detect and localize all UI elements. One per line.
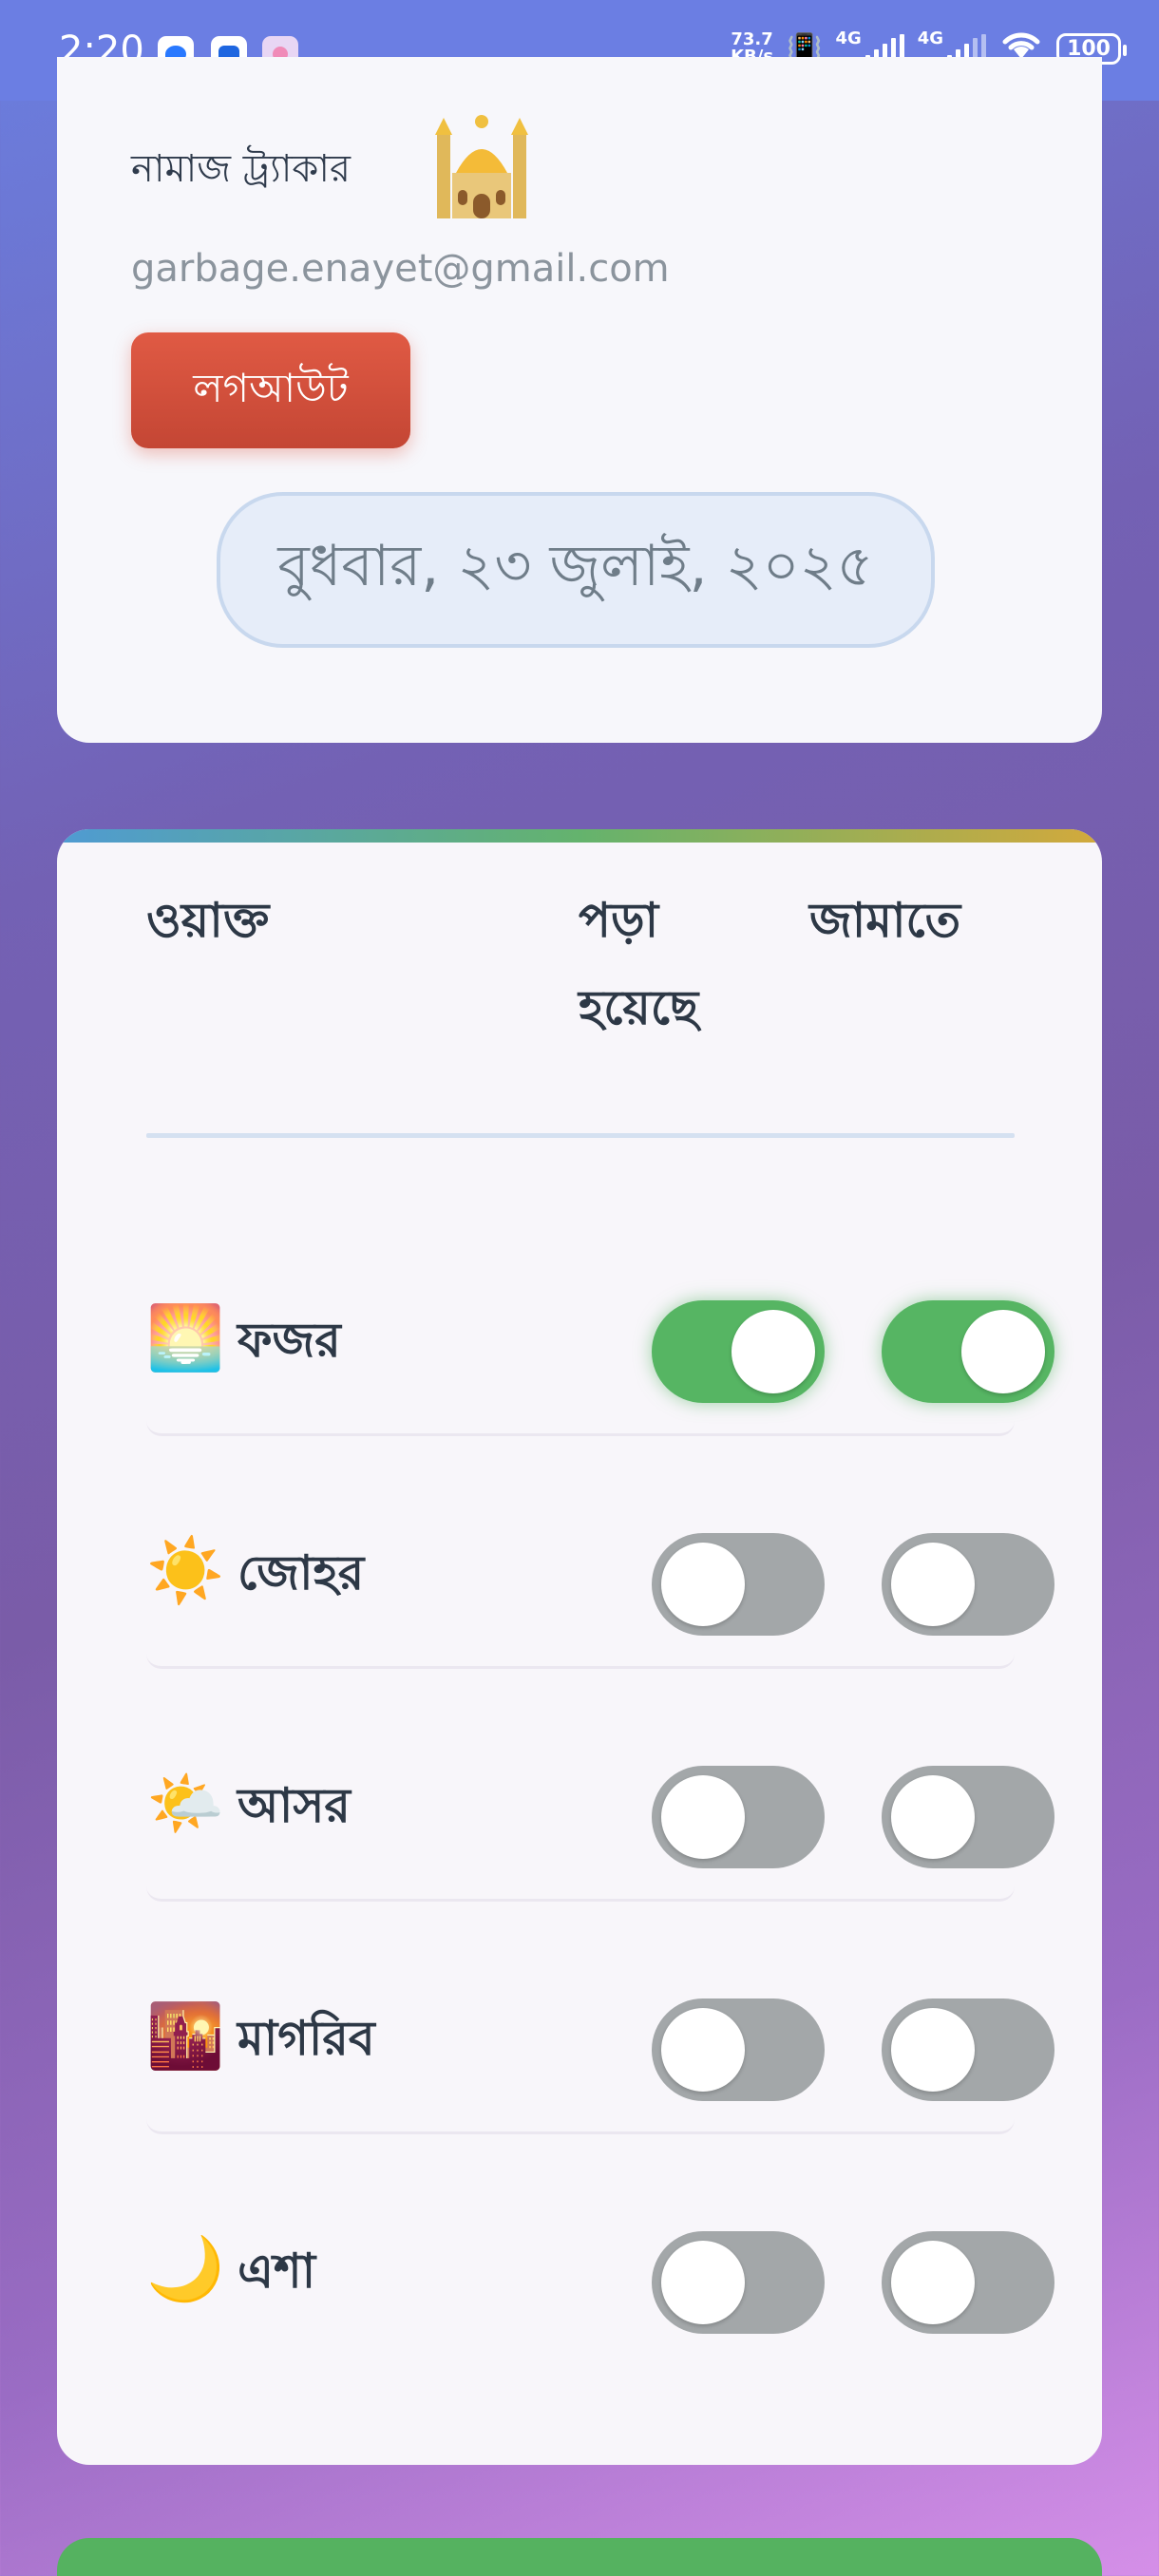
prayer-row-fajr: 🌅 ফজর [146,1243,1054,1436]
column-header-jamaat: জামাতে [809,893,961,948]
prayed-toggle-fajr[interactable] [652,1300,825,1403]
logout-button[interactable]: লগআউট [131,332,410,448]
column-header-prayed-line2: হয়েছে [579,980,699,1035]
prayer-name: জোহর [238,1545,365,1601]
crescent-moon-icon: 🌙 [146,2232,225,2305]
network-type-2: 4G [917,28,944,48]
app-title: নামাজ ট্র্যাকার [131,147,351,191]
prayer-name: আসর [238,1778,351,1833]
prayed-toggle-zuhr[interactable] [652,1533,825,1636]
column-header-prayed-line1: পড়া [579,893,659,948]
sunrise-icon: 🌅 [146,1301,225,1374]
sun-icon: ☀️ [146,1534,225,1607]
prayer-tracker-card: ওয়াক্ত পড়া হয়েছে জামাতে 🌅 ফজর ☀️ জোহর… [57,829,1102,2465]
header-divider [146,1133,1015,1138]
prayer-name: এশা [238,2244,316,2299]
jamaat-toggle-fajr[interactable] [882,1300,1054,1403]
column-header-prayed: পড়া হয়েছে [579,877,698,1051]
jamaat-toggle-asr[interactable] [882,1766,1054,1868]
card-accent-bar [57,829,1102,843]
prayer-row-isha: 🌙 এশা [146,2174,1054,2364]
prayed-toggle-maghrib[interactable] [652,1998,825,2101]
header-card: নামাজ ট্র্যাকার garbage.enayet@gmail.com… [57,57,1102,743]
prayer-row-asr: 🌤️ আসর [146,1709,1054,1902]
bottom-action-bar[interactable] [57,2538,1102,2576]
prayer-row-maghrib: 🌇 মাগরিব [146,1941,1054,2134]
sun-behind-cloud-icon: 🌤️ [146,1767,225,1840]
jamaat-toggle-zuhr[interactable] [882,1533,1054,1636]
current-date: বুধবার, ২৩ জুলাই, ২০২৫ [217,492,935,648]
prayed-toggle-isha[interactable] [652,2231,825,2334]
user-email: garbage.enayet@gmail.com [131,247,670,291]
prayer-name: মাগরিব [238,2011,375,2066]
network-type-1: 4G [835,28,862,48]
jamaat-toggle-isha[interactable] [882,2231,1054,2334]
mosque-icon [429,106,534,220]
jamaat-toggle-maghrib[interactable] [882,1998,1054,2101]
prayed-toggle-asr[interactable] [652,1766,825,1868]
prayer-name: ফজর [238,1313,341,1368]
column-header-waqt: ওয়াক্ত [146,893,270,948]
prayer-row-zuhr: ☀️ জোহর [146,1476,1054,1669]
sunset-icon: 🌇 [146,1999,225,2073]
